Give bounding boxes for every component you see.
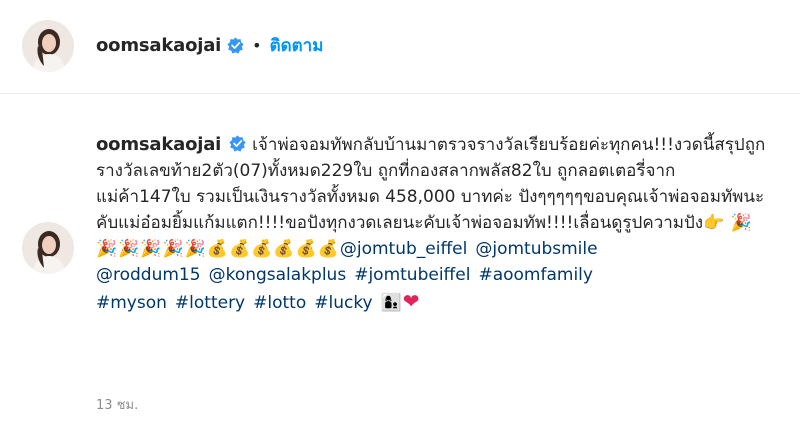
hashtag-link[interactable]: #myson bbox=[96, 293, 167, 313]
pointing-hand-emoji: 👉 bbox=[703, 213, 726, 233]
separator-dot: • bbox=[252, 35, 262, 55]
mention-link[interactable]: @jomtub_eiffel bbox=[340, 239, 468, 259]
follow-button[interactable]: ติดตาม bbox=[270, 32, 324, 59]
avatar[interactable] bbox=[22, 20, 74, 72]
verified-badge-icon bbox=[229, 134, 246, 152]
mother-child-emoji: 👩‍👦 bbox=[380, 293, 403, 313]
post-header: oomsakaojai • ติดตาม bbox=[0, 0, 800, 94]
mention-link[interactable]: @roddum15 bbox=[96, 265, 201, 285]
heart-icon: ❤ bbox=[402, 289, 420, 313]
verified-badge-icon bbox=[227, 36, 244, 54]
caption-text: oomsakaojai เจ้าพ่อจอมทัพกลับบ้านมาตรวจรา… bbox=[96, 132, 766, 316]
post-caption-section: oomsakaojai เจ้าพ่อจอมทัพกลับบ้านมาตรวจรา… bbox=[0, 94, 800, 438]
hashtag-link[interactable]: #lucky bbox=[314, 293, 372, 313]
header-line: oomsakaojai • ติดตาม bbox=[96, 31, 323, 59]
hashtag-link[interactable]: #aoomfamily bbox=[478, 265, 593, 285]
mention-link[interactable]: @jomtubsmile bbox=[475, 239, 597, 259]
username-link[interactable]: oomsakaojai bbox=[96, 35, 221, 56]
username-link[interactable]: oomsakaojai bbox=[96, 134, 221, 155]
hashtag-link[interactable]: #jomtubeiffel bbox=[354, 265, 470, 285]
hashtag-link[interactable]: #lotto bbox=[253, 293, 306, 313]
hashtag-link[interactable]: #lottery bbox=[175, 293, 245, 313]
mention-link[interactable]: @kongsalakplus bbox=[209, 265, 347, 285]
avatar[interactable] bbox=[22, 222, 74, 274]
post-timestamp[interactable]: 13 ชม. bbox=[96, 394, 138, 415]
